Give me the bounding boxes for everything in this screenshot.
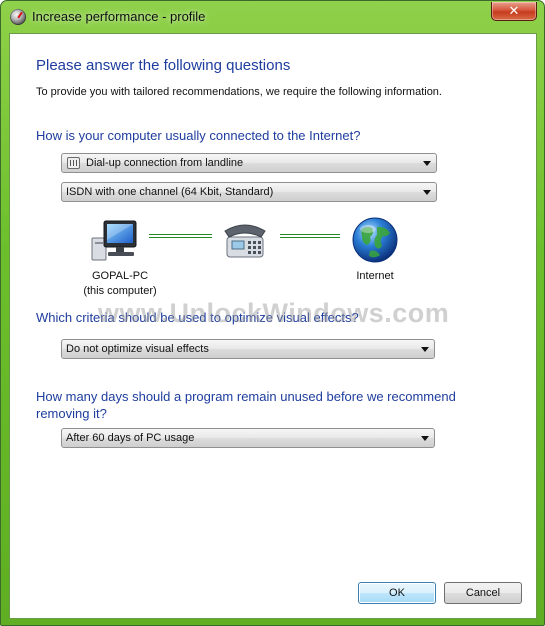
connection-type-dropdown[interactable]: Dial-up connection from landline: [61, 153, 437, 173]
chevron-down-icon: [421, 436, 429, 441]
unused-days-question-line1: How many days should a program remain un…: [36, 389, 456, 404]
computer-name-label: GOPAL-PC: [91, 270, 149, 282]
close-button[interactable]: ✕: [491, 2, 537, 21]
connection-line-right: [280, 234, 340, 238]
unused-days-question-line2: removing it?: [36, 406, 107, 421]
computer-sublabel: (this computer): [83, 285, 157, 297]
chevron-down-icon: [421, 347, 429, 352]
unused-days-dropdown[interactable]: After 60 days of PC usage: [61, 428, 435, 448]
dialog-window: Increase performance - profile ✕ Please …: [0, 0, 545, 626]
ok-button[interactable]: OK: [358, 582, 436, 604]
watermark-text: www.UnlockWindows.com: [98, 298, 450, 328]
phone-icon: [67, 157, 80, 169]
page-heading: Please answer the following questions: [36, 57, 291, 74]
description-text: To provide you with tailored recommendat…: [36, 86, 442, 98]
chevron-down-icon: [423, 161, 431, 166]
internet-label: Internet: [356, 270, 394, 282]
connection-line-left: [149, 234, 212, 238]
globe-icon: [352, 217, 398, 263]
chevron-down-icon: [423, 190, 431, 195]
dialog-content: Please answer the following questions To…: [9, 33, 537, 619]
cancel-button[interactable]: Cancel: [444, 582, 522, 604]
connection-speed-value: ISDN with one channel (64 Kbit, Standard…: [66, 186, 274, 198]
connection-question: How is your computer usually connected t…: [36, 128, 361, 143]
connection-speed-dropdown[interactable]: ISDN with one channel (64 Kbit, Standard…: [61, 182, 437, 202]
app-gauge-icon: [10, 9, 26, 25]
visual-effects-dropdown[interactable]: Do not optimize visual effects: [61, 339, 435, 359]
computer-icon: [91, 220, 137, 261]
unused-days-value: After 60 days of PC usage: [66, 432, 195, 444]
connection-type-value: Dial-up connection from landline: [86, 157, 244, 169]
title-bar[interactable]: Increase performance - profile ✕: [1, 1, 544, 33]
window-title: Increase performance - profile: [32, 9, 206, 24]
telephone-modem-icon: [224, 224, 266, 258]
visual-effects-value: Do not optimize visual effects: [66, 343, 209, 355]
